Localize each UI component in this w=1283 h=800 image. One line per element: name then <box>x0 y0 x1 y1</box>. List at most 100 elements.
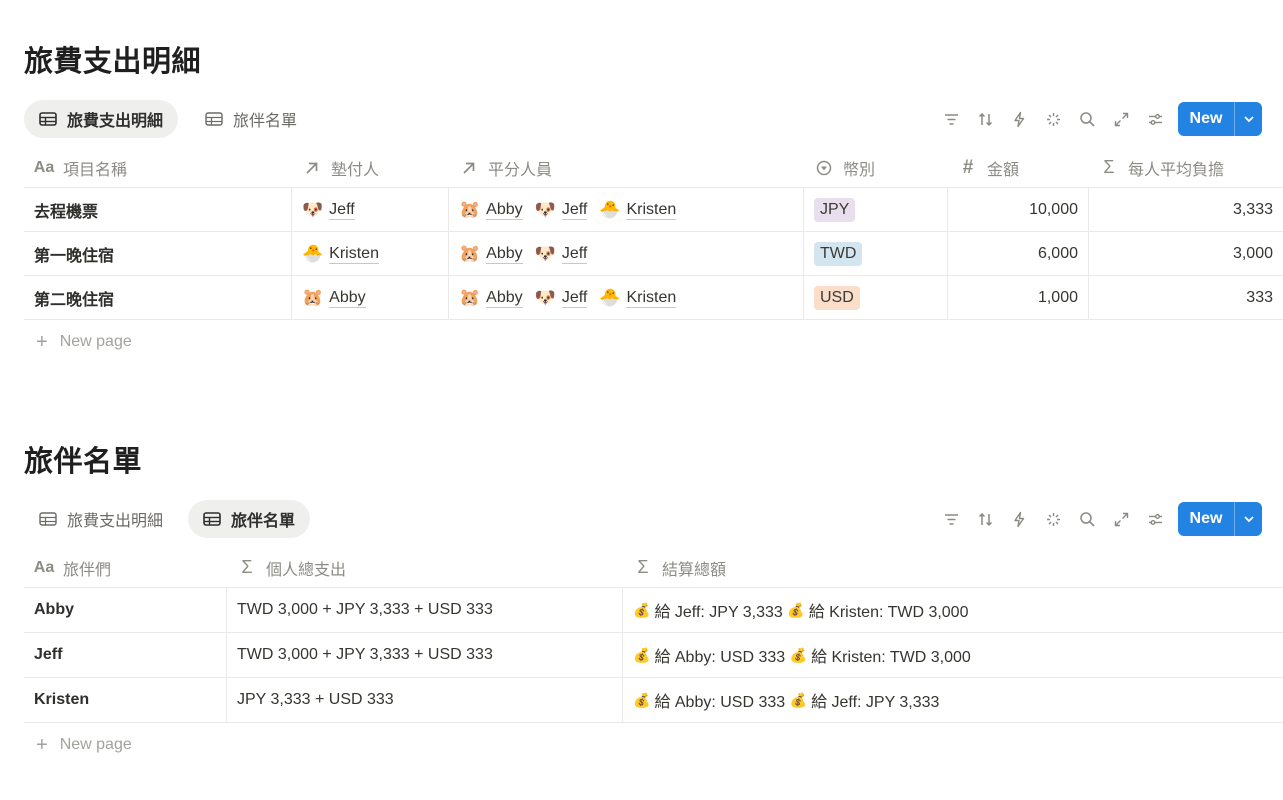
tab-companions[interactable]: 旅伴名單 <box>188 500 311 538</box>
person-chip[interactable]: 🐹 Abby <box>459 200 523 220</box>
cell-currency[interactable]: USD <box>804 276 948 319</box>
column-header-split-members[interactable]: 平分人員 <box>449 148 804 187</box>
column-header-average[interactable]: Σ 每人平均負擔 <box>1089 148 1283 187</box>
search-icon[interactable] <box>1070 102 1104 136</box>
cell-average[interactable]: 333 <box>1089 276 1283 319</box>
currency-tag: TWD <box>814 241 863 266</box>
cell-split-members[interactable]: 🐹 Abby 🐶 Jeff <box>449 232 804 275</box>
person-chip[interactable]: 🐹 Abby <box>459 244 523 264</box>
cell-companion-name[interactable]: Jeff <box>24 633 227 677</box>
person-chip[interactable]: 🐶 Jeff <box>302 200 355 220</box>
expenses-table: Aa 項目名稱 墊付人 平分人員 幣別 # 金額 Σ 每人平均負擔 去程機票 🐶… <box>24 148 1283 364</box>
new-page-label: New page <box>59 736 132 753</box>
cell-settlement[interactable]: 💰 給 Abby: USD 333 💰 給 Kristen: TWD 3,000 <box>623 633 1283 677</box>
table-row[interactable]: 第一晚住宿 🐣 Kristen 🐹 Abby 🐶 Jeff TWD 6,000 3,0… <box>24 232 1283 276</box>
column-header-payer[interactable]: 墊付人 <box>292 148 449 187</box>
cell-payer[interactable]: 🐹 Abby <box>292 276 449 319</box>
tab-companions[interactable]: 旅伴名單 <box>190 100 312 138</box>
ai-sparkle-icon[interactable] <box>1036 102 1070 136</box>
automation-bolt-icon[interactable] <box>1002 102 1036 136</box>
tab-expenses[interactable]: 旅費支出明細 <box>24 100 179 138</box>
tab-expenses[interactable]: 旅費支出明細 <box>24 500 178 538</box>
table-row[interactable]: Jeff TWD 3,000 + JPY 3,333 + USD 333 💰 給 … <box>24 633 1283 678</box>
column-header-companions[interactable]: Aa 旅伴們 <box>24 548 227 587</box>
person-chip[interactable]: 🐶 Jeff <box>535 288 588 308</box>
hamster-icon: 🐹 <box>459 199 481 219</box>
person-chip[interactable]: 🐣 Kristen <box>302 244 379 264</box>
table-row[interactable]: Kristen JPY 3,333 + USD 333 💰 給 Abby: USD… <box>24 678 1283 723</box>
cell-split-members[interactable]: 🐹 Abby 🐶 Jeff 🐣 Kristen <box>449 188 804 231</box>
hamster-icon: 🐹 <box>302 287 324 307</box>
table-row[interactable]: 第二晚住宿 🐹 Abby 🐹 Abby 🐶 Jeff 🐣 Kristen USD 1,0… <box>24 276 1283 320</box>
column-header-amount[interactable]: # 金額 <box>948 148 1089 187</box>
companions-title: 旅伴名單 <box>24 446 143 478</box>
expenses-database: 旅費支出明細 旅費支出明細 旅伴名單 New Aa 項目名稱 墊付人 平分人員 … <box>24 42 1283 364</box>
select-icon <box>814 160 834 176</box>
new-page-button[interactable]: + New page <box>24 320 1283 364</box>
chevron-down-icon[interactable] <box>1234 502 1262 536</box>
person-chip[interactable]: 🐶 Jeff <box>535 200 588 220</box>
person-chip[interactable]: 🐹 Abby <box>302 288 366 308</box>
cell-item-name[interactable]: 第二晚住宿 <box>24 276 292 319</box>
automation-bolt-icon[interactable] <box>1002 502 1036 536</box>
tab-label: 旅伴名單 <box>231 513 296 530</box>
formula-sigma-icon: Σ <box>241 557 253 577</box>
settings-sliders-icon[interactable] <box>1138 102 1172 136</box>
column-header-personal-total[interactable]: Σ 個人總支出 <box>227 548 623 587</box>
new-button[interactable]: New <box>1178 102 1262 136</box>
cell-personal-total[interactable]: JPY 3,333 + USD 333 <box>227 678 623 722</box>
chevron-down-icon[interactable] <box>1234 102 1262 136</box>
column-header-settlement[interactable]: Σ 結算總額 <box>623 548 1283 587</box>
table-icon <box>39 112 57 126</box>
filter-icon[interactable] <box>934 502 968 536</box>
column-header-currency[interactable]: 幣別 <box>804 148 948 187</box>
ai-sparkle-icon[interactable] <box>1036 502 1070 536</box>
column-header-item-name[interactable]: Aa 項目名稱 <box>24 148 292 187</box>
cell-personal-total[interactable]: TWD 3,000 + JPY 3,333 + USD 333 <box>227 633 623 677</box>
cell-payer[interactable]: 🐶 Jeff <box>292 188 449 231</box>
cell-personal-total[interactable]: TWD 3,000 + JPY 3,333 + USD 333 <box>227 588 623 632</box>
chick-icon: 🐣 <box>599 199 621 219</box>
expand-icon[interactable] <box>1104 102 1138 136</box>
new-button[interactable]: New <box>1178 502 1262 536</box>
cell-item-name[interactable]: 去程機票 <box>24 188 292 231</box>
cell-companion-name[interactable]: Abby <box>24 588 227 632</box>
companions-table: Aa 旅伴們 Σ 個人總支出 Σ 結算總額 Abby TWD 3,000 + J… <box>24 548 1283 767</box>
cell-currency[interactable]: TWD <box>804 232 948 275</box>
plus-icon: + <box>36 330 48 353</box>
person-chip[interactable]: 🐶 Jeff <box>535 244 588 264</box>
cell-amount[interactable]: 10,000 <box>948 188 1089 231</box>
cell-item-name[interactable]: 第一晚住宿 <box>24 232 292 275</box>
search-icon[interactable] <box>1070 502 1104 536</box>
new-button-label[interactable]: New <box>1178 502 1234 536</box>
text-property-icon: Aa <box>33 158 55 176</box>
cell-average[interactable]: 3,000 <box>1089 232 1283 275</box>
person-chip[interactable]: 🐹 Abby <box>459 288 523 308</box>
chick-icon: 🐣 <box>302 243 324 263</box>
settings-sliders-icon[interactable] <box>1138 502 1172 536</box>
currency-tag: USD <box>814 285 860 310</box>
person-chip[interactable]: 🐣 Kristen <box>599 288 677 308</box>
cell-payer[interactable]: 🐣 Kristen <box>292 232 449 275</box>
companions-database: 旅伴名單 旅費支出明細 旅伴名單 New Aa 旅伴們 Σ 個人總支出 Σ 結算… <box>24 442 1283 767</box>
cell-amount[interactable]: 6,000 <box>948 232 1089 275</box>
new-button-label[interactable]: New <box>1178 102 1234 136</box>
new-page-button[interactable]: + New page <box>24 723 1283 767</box>
cell-split-members[interactable]: 🐹 Abby 🐶 Jeff 🐣 Kristen <box>449 276 804 319</box>
cell-companion-name[interactable]: Kristen <box>24 678 227 722</box>
table-row[interactable]: 去程機票 🐶 Jeff 🐹 Abby 🐶 Jeff 🐣 Kristen JPY 10,0… <box>24 188 1283 232</box>
cell-settlement[interactable]: 💰 給 Jeff: JPY 3,333 💰 給 Kristen: TWD 3,000 <box>623 588 1283 632</box>
cell-currency[interactable]: JPY <box>804 188 948 231</box>
sort-icon[interactable] <box>968 502 1002 536</box>
number-property-icon: # <box>962 156 974 178</box>
filter-icon[interactable] <box>934 102 968 136</box>
cell-settlement[interactable]: 💰 給 Abby: USD 333 💰 給 Jeff: JPY 3,333 <box>623 678 1283 722</box>
money-bag-icon: 💰 <box>787 601 805 618</box>
cell-average[interactable]: 3,333 <box>1089 188 1283 231</box>
table-row[interactable]: Abby TWD 3,000 + JPY 3,333 + USD 333 💰 給 … <box>24 588 1283 633</box>
expand-icon[interactable] <box>1104 502 1138 536</box>
cell-amount[interactable]: 1,000 <box>948 276 1089 319</box>
sort-icon[interactable] <box>968 102 1002 136</box>
person-chip[interactable]: 🐣 Kristen <box>599 199 677 220</box>
tab-label: 旅費支出明細 <box>67 513 164 530</box>
